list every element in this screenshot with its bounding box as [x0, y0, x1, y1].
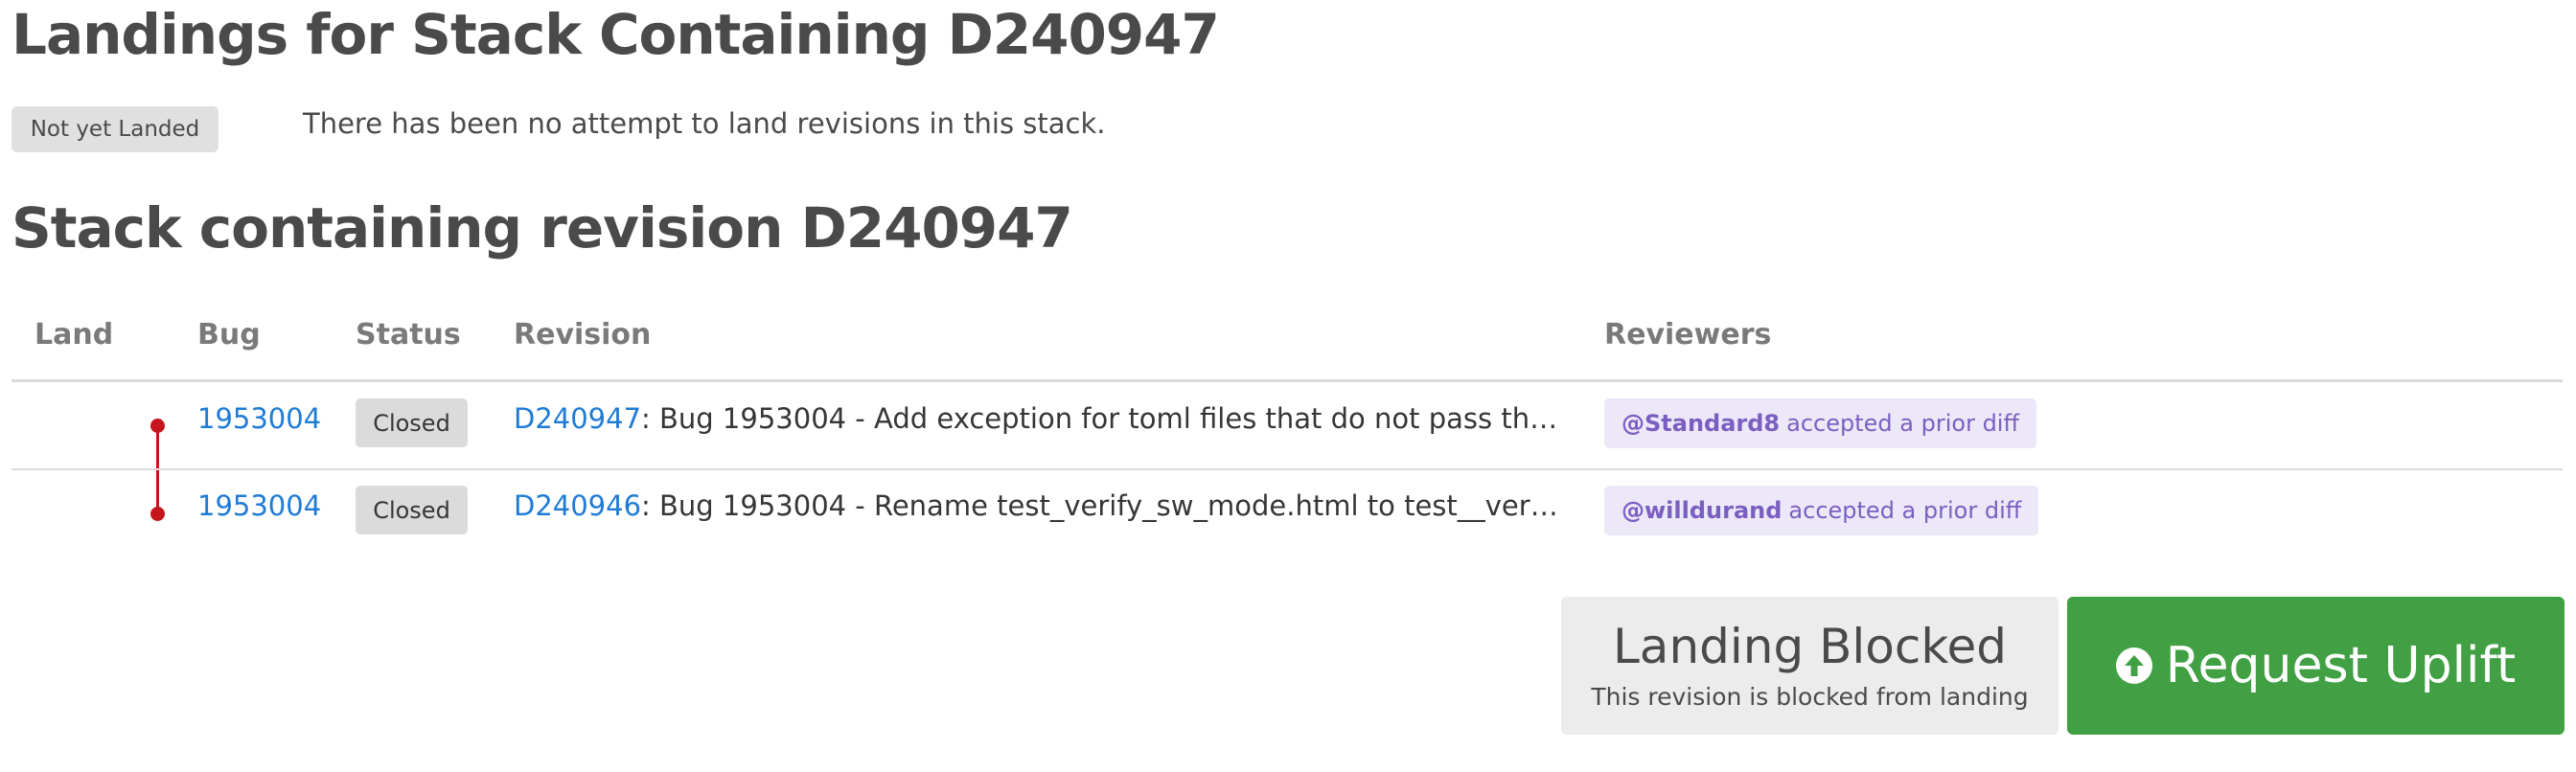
column-header-bug: Bug	[197, 318, 261, 352]
reviewer-badge: @willdurand accepted a prior diff	[1604, 486, 2039, 535]
landing-status-message: There has been no attempt to land revisi…	[303, 107, 1106, 140]
revision-link[interactable]: D240947	[514, 402, 641, 435]
column-header-land: Land	[34, 318, 114, 352]
revision-cell: D240947: Bug 1953004 - Add exception for…	[514, 402, 1558, 435]
revision-title: : Bug 1953004 - Rename test_verify_sw_mo…	[641, 489, 1558, 522]
stack-graph-node	[150, 419, 165, 433]
table-header-divider	[12, 379, 2563, 382]
landings-title: Landings for Stack Containing D240947	[12, 2, 1220, 67]
reviewer-name[interactable]: @Standard8	[1622, 410, 1780, 437]
arrow-up-circle-icon	[2115, 647, 2152, 684]
table-row-divider	[12, 468, 2563, 470]
landing-status-tag: Not yet Landed	[12, 106, 218, 152]
reviewer-note: accepted a prior diff	[1788, 497, 2022, 524]
reviewer-note: accepted a prior diff	[1786, 410, 2019, 437]
bug-link[interactable]: 1953004	[197, 489, 321, 522]
reviewer-name[interactable]: @willdurand	[1622, 497, 1782, 524]
request-uplift-button[interactable]: Request Uplift	[2067, 597, 2564, 735]
revision-link[interactable]: D240946	[514, 489, 641, 522]
column-header-status: Status	[356, 318, 461, 352]
bug-link[interactable]: 1953004	[197, 402, 321, 435]
column-header-revision: Revision	[514, 318, 652, 352]
reviewer-badge: @Standard8 accepted a prior diff	[1604, 398, 2036, 448]
landing-page: Landings for Stack Containing D240947 No…	[0, 0, 2576, 772]
request-uplift-label: Request Uplift	[2165, 637, 2517, 694]
status-badge: Closed	[356, 486, 468, 534]
revision-title: : Bug 1953004 - Add exception for toml f…	[641, 402, 1558, 435]
status-badge: Closed	[356, 398, 468, 447]
stack-title: Stack containing revision D240947	[12, 195, 1073, 261]
landing-blocked-button: Landing Blocked This revision is blocked…	[1561, 597, 2058, 735]
stack-graph-node	[150, 507, 165, 521]
landing-blocked-subtext: This revision is blocked from landing	[1591, 683, 2029, 711]
revision-cell: D240946: Bug 1953004 - Rename test_verif…	[514, 489, 1558, 522]
landing-blocked-label: Landing Blocked	[1612, 619, 2008, 674]
column-header-reviewers: Reviewers	[1604, 318, 1772, 352]
